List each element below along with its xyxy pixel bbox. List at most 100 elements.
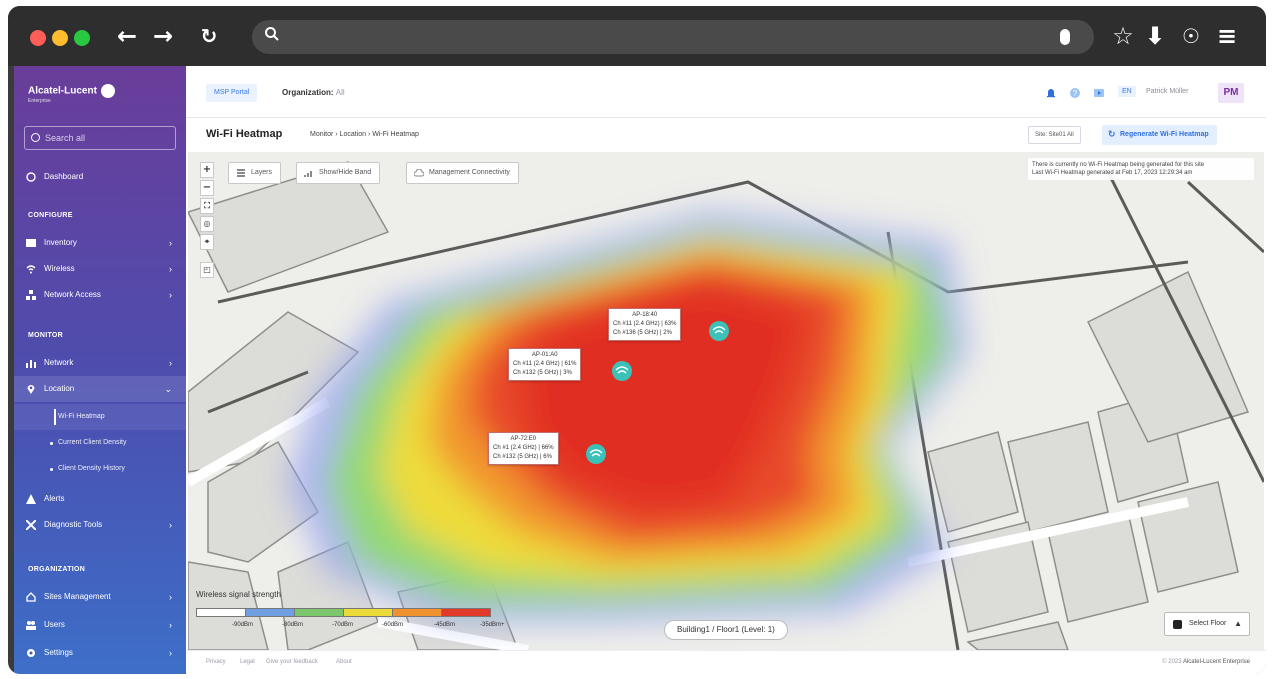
window-close-dot[interactable] xyxy=(30,30,46,46)
sidebar-item-sites-management[interactable]: Sites Management › xyxy=(14,584,186,610)
sidebar-subitem-current-client-density[interactable]: Current Client Density xyxy=(14,430,186,456)
sidebar-item-alerts[interactable]: Alerts xyxy=(14,486,186,512)
select-floor-button[interactable]: Select Floor ▲ xyxy=(1164,612,1250,636)
home-icon xyxy=(26,592,36,602)
sidebar-section-organization: ORGANIZATION xyxy=(28,566,86,573)
show-hide-band-button[interactable]: Show/Hide Band xyxy=(296,162,381,184)
chevron-right-icon: › xyxy=(169,520,172,530)
sidebar-item-location[interactable]: Location ⌄ xyxy=(14,376,186,402)
back-arrow-icon[interactable]: ← xyxy=(112,20,142,52)
sidebar-item-label: Wireless xyxy=(44,264,75,273)
microphone-icon[interactable] xyxy=(1060,29,1070,45)
ap-label-2[interactable]: AP-01:A0 Ch #11 (2.4 GHz) | 61% Ch #132 … xyxy=(508,348,582,381)
footer-link-privacy[interactable]: Privacy xyxy=(206,659,226,665)
address-bar[interactable] xyxy=(252,20,1094,54)
account-icon[interactable]: ☉ xyxy=(1176,20,1206,52)
sidebar-item-inventory[interactable]: Inventory › xyxy=(14,230,186,256)
sidebar-item-settings[interactable]: Settings › xyxy=(14,640,186,666)
regenerate-heatmap-button[interactable]: Regenerate Wi-Fi Heatmap xyxy=(1102,125,1217,145)
search-icon xyxy=(31,133,40,142)
select-floor-label: Select Floor xyxy=(1189,620,1227,627)
brand-logo[interactable]: Alcatel-Lucent xyxy=(28,84,115,98)
site-filter-chip[interactable]: Site: Site01 All xyxy=(1028,126,1081,144)
footer-link-feedback[interactable]: Give your feedback xyxy=(266,659,318,665)
sidebar-item-network-access[interactable]: Network Access › xyxy=(14,282,186,308)
ap-marker-3[interactable] xyxy=(586,444,606,464)
layers-button[interactable]: Layers xyxy=(228,162,282,184)
copyright-year: © 2023 xyxy=(1162,659,1182,665)
ap-channel-5: Ch #132 (5 GHz) | 6% xyxy=(493,454,552,460)
sidebar-search-input[interactable]: Search all xyxy=(24,126,176,150)
heatmap-status-notice: There is currently no Wi-Fi Heatmap bein… xyxy=(1028,158,1254,180)
chevron-right-icon: › xyxy=(169,648,172,658)
sidebar-subitem-wifi-heatmap[interactable]: Wi-Fi Heatmap xyxy=(14,404,186,430)
download-icon[interactable]: ⬇ xyxy=(1140,20,1170,52)
fullscreen-icon[interactable]: ⛶ xyxy=(200,198,214,214)
bullet-icon xyxy=(50,442,53,445)
sidebar-item-label: Sites Management xyxy=(44,592,111,601)
star-icon[interactable]: ☆ xyxy=(1108,20,1138,52)
avatar[interactable]: PM xyxy=(1218,83,1244,103)
zoom-out-button[interactable]: − xyxy=(200,180,214,196)
chevron-right-icon: › xyxy=(169,290,172,300)
ap-marker-2[interactable] xyxy=(612,361,632,381)
help-icon[interactable]: ? xyxy=(1070,88,1080,98)
svg-text:?: ? xyxy=(1073,89,1078,98)
language-selector[interactable]: EN xyxy=(1118,86,1136,97)
heatmap-map[interactable]: + − ⛶ ◎ ⌖ ◰ Layers Show/Hide Band Manage… xyxy=(188,152,1264,650)
footer-link-about[interactable]: About xyxy=(336,659,352,665)
visibility-icon[interactable]: ◎ xyxy=(200,216,214,232)
user-name[interactable]: Patrick Müller xyxy=(1146,88,1188,95)
building-icon xyxy=(1173,620,1182,629)
legend-title: Wireless signal strength xyxy=(196,590,281,599)
page-header: Wi-Fi Heatmap Monitor › Location › Wi-Fi… xyxy=(186,118,1266,152)
brand-name: Alcatel-Lucent xyxy=(28,85,97,97)
sidebar-subitem-client-density-history[interactable]: Client Density History xyxy=(14,456,186,482)
organization-selector[interactable]: Organization: All xyxy=(282,84,345,102)
sidebar-item-dashboard[interactable]: Dashboard xyxy=(14,164,186,190)
legend-swatch-3 xyxy=(343,608,393,617)
menu-icon[interactable]: ≡ xyxy=(1212,20,1242,52)
management-connectivity-button[interactable]: Management Connectivity xyxy=(406,162,519,184)
footer-copyright: © 2023 Alcatel-Lucent Enterprise xyxy=(1162,659,1250,665)
breadcrumb[interactable]: Monitor › Location › Wi-Fi Heatmap xyxy=(310,131,419,138)
sidebar-item-label: Alerts xyxy=(44,494,65,503)
window-zoom-dot[interactable] xyxy=(74,30,90,46)
sidebar-item-diagnostic-tools[interactable]: Diagnostic Tools › xyxy=(14,512,186,538)
network-access-icon xyxy=(26,290,36,300)
reload-icon[interactable]: ↻ xyxy=(194,20,224,52)
ap-channel-5: Ch #132 (5 GHz) | 3% xyxy=(513,370,572,376)
layers-label: Layers xyxy=(251,169,273,176)
floorplan-icon[interactable]: ◰ xyxy=(200,262,214,278)
window-minimize-dot[interactable] xyxy=(52,30,68,46)
video-icon[interactable] xyxy=(1094,88,1104,98)
gear-icon xyxy=(27,649,35,657)
sidebar-subitem-label: Client Density History xyxy=(58,465,125,472)
floor-label: Building1 / Floor1 (Level: 1) xyxy=(664,620,788,640)
signal-strength-legend: Wireless signal strength -90dBm -80dBm -… xyxy=(196,590,506,640)
ap-label-3[interactable]: AP-72:E0 Ch #1 (2.4 GHz) | 66% Ch #132 (… xyxy=(488,432,559,465)
brand-sub: Enterprise xyxy=(28,98,51,104)
sidebar-item-label: Settings xyxy=(44,648,73,657)
forward-arrow-icon[interactable]: → xyxy=(148,20,178,52)
bell-icon[interactable] xyxy=(1046,88,1056,98)
notice-line-2: Last Wi-Fi Heatmap generated at Feb 17, … xyxy=(1032,170,1193,176)
layers-icon xyxy=(237,169,245,177)
ap-name: AP-18:40 xyxy=(632,312,658,318)
locate-icon[interactable]: ⌖ xyxy=(200,234,214,250)
sidebar-section-monitor: MONITOR xyxy=(28,332,64,339)
ap-marker-1[interactable] xyxy=(709,321,729,341)
msp-portal-button[interactable]: MSP Portal xyxy=(206,84,258,102)
footer-link-legal[interactable]: Legal xyxy=(240,659,255,665)
ap-name: AP-72:E0 xyxy=(510,436,537,442)
zoom-in-button[interactable]: + xyxy=(200,162,214,178)
copyright-company: Alcatel-Lucent Enterprise xyxy=(1182,659,1250,665)
sidebar-item-users[interactable]: Users › xyxy=(14,612,186,638)
chevron-right-icon: › xyxy=(169,238,172,248)
sidebar-item-wireless[interactable]: Wireless › xyxy=(14,256,186,282)
page-title: Wi-Fi Heatmap xyxy=(206,128,283,140)
footer: Privacy Legal Give your feedback About ©… xyxy=(186,650,1266,674)
sidebar-item-network[interactable]: Network › xyxy=(14,350,186,376)
location-pin-icon xyxy=(27,385,35,394)
ap-label-1[interactable]: AP-18:40 Ch #11 (2.4 GHz) | 63% Ch #136 … xyxy=(608,308,682,341)
